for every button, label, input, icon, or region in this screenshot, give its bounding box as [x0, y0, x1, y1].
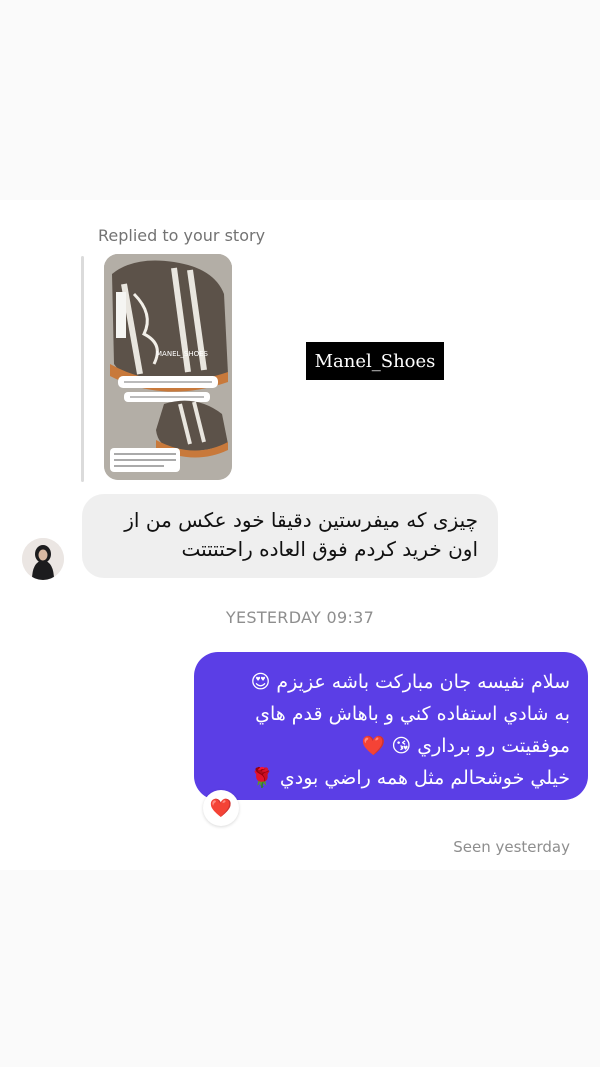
incoming-message-bubble[interactable]: چیزی که میفرستین دقیقا خود عکس من از اون… [82, 494, 498, 578]
message-timestamp: YESTERDAY 09:37 [225, 608, 375, 627]
bottom-blank-area [0, 870, 600, 1067]
incoming-message-line: چیزی که میفرستین دقیقا خود عکس من از [124, 508, 478, 532]
outgoing-message-line: به شادي استفاده كني و باهاش قدم هاي [255, 703, 570, 725]
shoe-photo: MANEL_SHOES [104, 254, 232, 480]
incoming-message-line: اون خرید کردم فوق العاده راحتتتتت [181, 537, 478, 561]
heart-reaction[interactable]: ❤️ [203, 790, 239, 826]
heart-icon: ❤️ [209, 797, 233, 819]
outgoing-message-line: موفقيتت رو برداري 😘 ❤️ [361, 735, 570, 757]
story-thumbnail[interactable]: MANEL_SHOES [104, 254, 232, 480]
outgoing-message-bubble[interactable]: سلام نفيسه جان مباركت باشه عزيزم 😍 به شا… [194, 652, 588, 800]
seen-status: Seen yesterday [453, 838, 570, 856]
reply-quote-bar [81, 256, 84, 482]
replied-to-story-label: Replied to your story [98, 226, 266, 245]
story-brand-tag: Manel_Shoes [306, 342, 444, 380]
outgoing-message-line: سلام نفيسه جان مباركت باشه عزيزم 😍 [250, 671, 570, 693]
thumb-watermark: MANEL_SHOES [156, 350, 209, 358]
sender-avatar[interactable] [22, 538, 64, 580]
avatar-image [22, 538, 64, 580]
top-blank-area [0, 0, 600, 200]
outgoing-message-line: خيلي خوشحالم مثل همه راضي بودي 🌹 [250, 767, 570, 789]
